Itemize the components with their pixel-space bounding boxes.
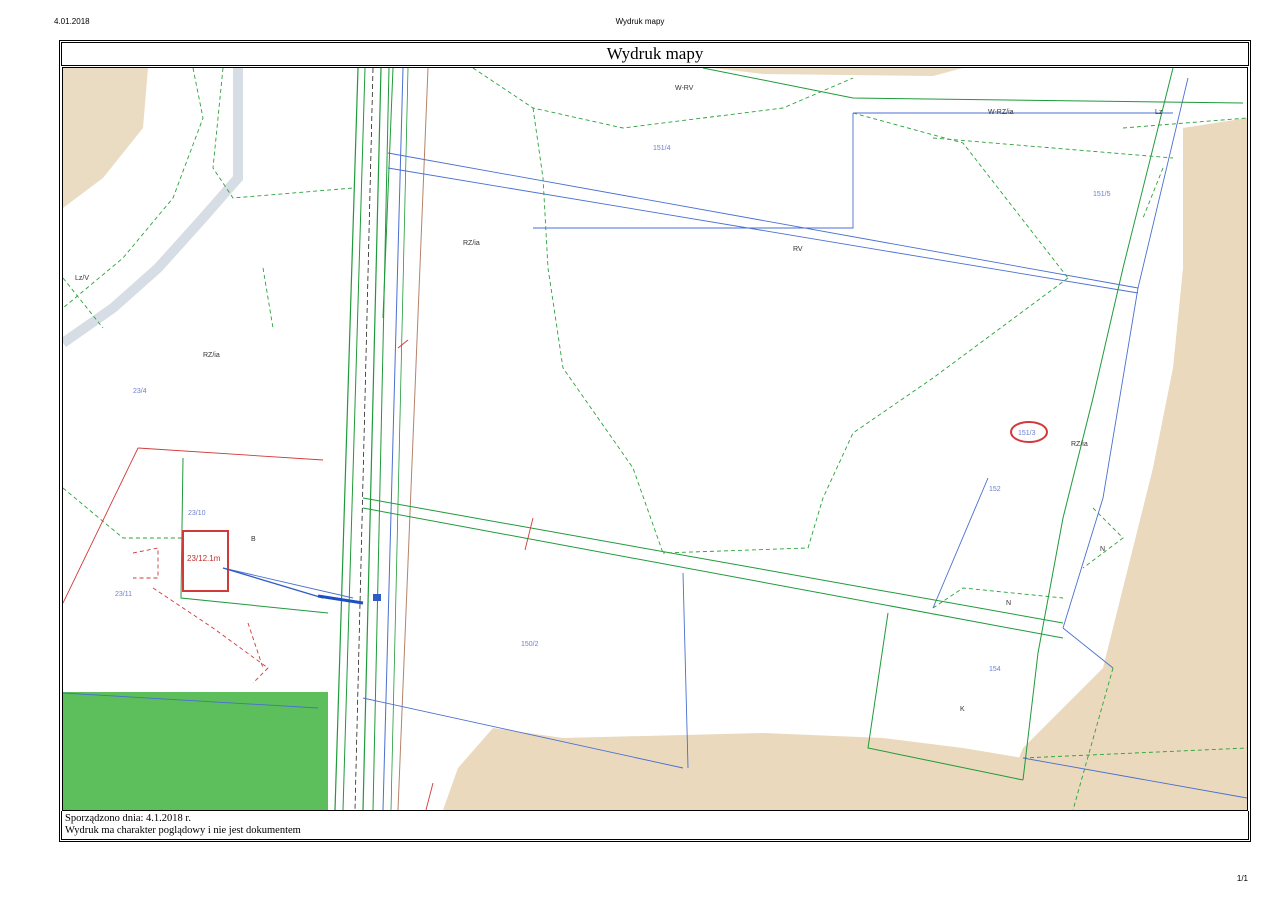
landuse-label-rv: RV	[793, 246, 803, 253]
landuse-label-k: K	[960, 706, 965, 713]
landuse-label-wrv: W-RV	[675, 85, 694, 92]
parcel-label-23-11: 23/11	[115, 591, 132, 598]
footer-created-date: Sporządzono dnia: 4.1.2018 r.	[65, 813, 191, 824]
landuse-label-wrzia: W-RZ/ia	[988, 109, 1014, 116]
parcel-label-23-10: 23/10	[188, 510, 206, 517]
landuse-label-b: B	[251, 536, 256, 543]
map-svg: 151/4 151/5 151/3 150/2 154 152 23/4 23/…	[63, 68, 1247, 810]
landuse-label-rzia-2: RZ/ia	[203, 352, 220, 359]
page-number: 1/1	[1236, 874, 1248, 883]
landuse-label-n-1: N	[1006, 600, 1011, 607]
landuse-label-rzia-3: RZ/ia	[1071, 441, 1088, 448]
parcel-label-151-4: 151/4	[653, 145, 671, 152]
tan-area-right	[998, 118, 1247, 810]
parcel-label-150-2: 150/2	[521, 641, 539, 648]
frame-title: Wydruk mapy	[606, 44, 704, 63]
main-road	[334, 68, 429, 810]
parcel-label-151-3: 151/3	[1018, 430, 1036, 437]
frame-title-bar: Wydruk mapy	[61, 42, 1249, 66]
footer-disclaimer: Wydruk ma charakter poglądowy i nie jest…	[65, 825, 301, 836]
tan-area-bottom	[443, 728, 1023, 810]
map-footer: Sporządzono dnia: 4.1.2018 r. Wydruk ma …	[61, 811, 1249, 840]
green-boundaries	[180, 68, 1244, 781]
parcel-label-23-12: 23/12.1m	[187, 554, 221, 563]
print-header-title: Wydruk mapy	[615, 17, 665, 26]
tan-area-top-left	[63, 68, 148, 208]
landuse-label-lz: Lz	[1155, 109, 1163, 116]
parcel-label-151-5: 151/5	[1093, 191, 1111, 198]
parcel-boundaries	[63, 77, 1247, 799]
map-printout-frame: Wydruk mapy 151/4 151/5 151/3 150/2 154 …	[59, 40, 1251, 842]
parcel-label-23-4: 23/4	[133, 388, 147, 395]
map-canvas[interactable]: 151/4 151/5 151/3 150/2 154 152 23/4 23/…	[62, 67, 1248, 811]
landuse-label-n-2: N	[1100, 546, 1105, 553]
landuse-label-lzv: Lz/V	[75, 275, 89, 282]
tan-area-top	[713, 68, 963, 76]
landuse-label-rzia-1: RZ/ia	[463, 240, 480, 247]
green-area	[63, 692, 328, 810]
parcel-label-154: 154	[989, 666, 1001, 673]
parcel-label-152: 152	[989, 486, 1001, 493]
